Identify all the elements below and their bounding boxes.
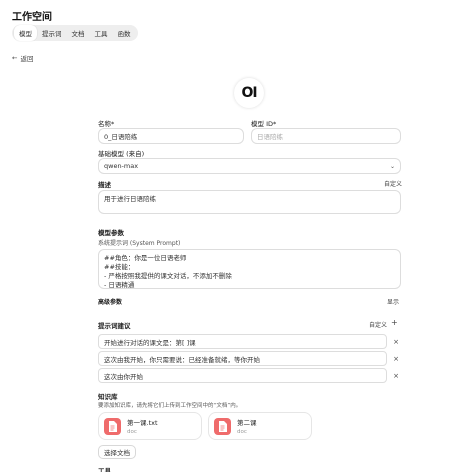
workspace-title: 工作空间	[12, 12, 52, 23]
back-label: 返回	[20, 55, 34, 63]
file-type: doc	[237, 429, 247, 435]
suggestions-custom-toggle[interactable]: 自定义	[369, 320, 387, 329]
knowledge-file-card[interactable]: 第二课 doc	[208, 412, 312, 440]
advanced-params-label: 高级参数	[98, 299, 123, 306]
knowledge-hint: 要添加知识库，请先将它们上传到工作空间中的“文档”内。	[98, 403, 242, 409]
system-prompt-line: ##技能：	[104, 263, 135, 271]
close-icon[interactable]: ×	[391, 372, 401, 380]
back-link[interactable]: ← 返回	[12, 53, 33, 63]
system-prompt-label: 系统提示词 (System Prompt)	[98, 240, 181, 247]
system-prompt-input[interactable]: ##角色：你是一位日语老师 ##技能： - 严格按照我提供的课文对话，不添加不删…	[98, 249, 401, 289]
name-input[interactable]: 0_日语陪练	[98, 128, 244, 144]
description-input[interactable]: 用于进行日语陪练	[98, 190, 401, 214]
close-icon[interactable]: ×	[391, 338, 401, 346]
tab-tools[interactable]: 工具	[90, 25, 113, 41]
suggestion-row: 这次由我开始，你只需要说：已经准备就绪，等你开始 ×	[98, 351, 401, 366]
tab-documents[interactable]: 文档	[67, 25, 90, 41]
close-icon[interactable]: ×	[391, 355, 401, 363]
system-prompt-line: ##角色：你是一位日语老师	[104, 254, 187, 262]
knowledge-file-card[interactable]: 第一课.txt doc	[98, 412, 202, 440]
base-model-value: qwen-max	[104, 162, 139, 170]
description-label: 描述	[98, 181, 111, 189]
document-icon	[104, 417, 121, 435]
add-suggestion-button[interactable]: +	[391, 318, 398, 327]
file-type: doc	[127, 429, 137, 435]
select-documents-button[interactable]: 选择文档	[98, 445, 136, 459]
tab-models[interactable]: 模型	[14, 25, 37, 41]
suggestion-input[interactable]: 开始进行对话的课文是：第[ ]课	[98, 334, 387, 349]
name-label: 名称*	[98, 120, 115, 128]
chevron-down-icon: ⌄	[389, 162, 395, 170]
model-id-label: 模型 ID*	[251, 120, 277, 128]
knowledge-label: 知识库	[98, 393, 118, 401]
suggestion-input[interactable]: 这次由你开始	[98, 368, 387, 383]
description-custom-toggle[interactable]: 自定义	[384, 179, 402, 188]
model-avatar[interactable]: OI	[234, 78, 264, 108]
suggestion-input[interactable]: 这次由我开始，你只需要说：已经准备就绪，等你开始	[98, 351, 387, 366]
file-name: 第一课.txt	[127, 419, 158, 427]
document-icon	[214, 417, 231, 435]
system-prompt-line: - 日语精通	[104, 281, 135, 289]
tab-functions[interactable]: 函数	[113, 25, 136, 41]
model-params-title: 模型参数	[98, 229, 124, 237]
suggestion-row: 这次由你开始 ×	[98, 368, 401, 383]
model-id-input[interactable]: 日语陪练	[251, 128, 401, 144]
tab-prompts[interactable]: 提示词	[37, 25, 67, 41]
tools-label: 工具	[98, 467, 111, 472]
advanced-params-toggle[interactable]: 显示	[387, 297, 399, 306]
prompt-suggestions-label: 提示词建议	[98, 322, 131, 330]
workspace-tabs: 模型 提示词 文档 工具 函数	[12, 25, 138, 41]
suggestion-row: 开始进行对话的课文是：第[ ]课 ×	[98, 334, 401, 349]
system-prompt-line: - 严格按照我提供的课文对话，不添加不删除	[104, 272, 232, 280]
base-model-select[interactable]: qwen-max ⌄	[98, 158, 401, 174]
arrow-left-icon: ←	[12, 54, 18, 62]
file-name: 第二课	[237, 419, 257, 427]
base-model-label: 基础模型 (来自)	[98, 150, 145, 158]
